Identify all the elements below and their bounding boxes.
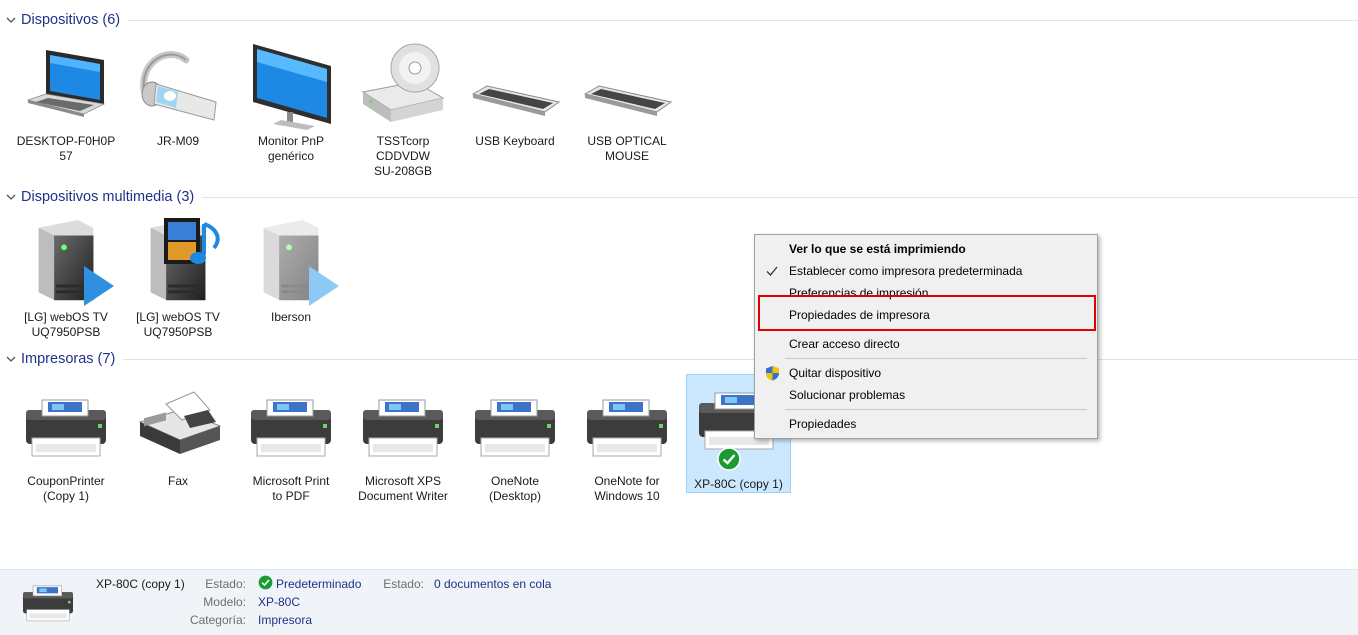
menu-item-see-printing[interactable]: Ver lo que se está imprimiendo: [755, 238, 1097, 260]
optical-drive-icon: [355, 42, 451, 130]
menu-separator: [785, 358, 1087, 359]
media-tile-lg-2[interactable]: [LG] webOS TV UQ7950PSB: [127, 218, 229, 340]
printer-label: (Copy 1): [42, 489, 89, 503]
printer-tile-onenote-win10[interactable]: OneNote for Windows 10: [576, 382, 678, 504]
group-divider: [128, 19, 1358, 21]
device-label: MOUSE: [604, 149, 649, 163]
keyboard-icon: [467, 42, 563, 130]
device-label: [LG] webOS TV: [136, 310, 220, 324]
highlight-box: [758, 295, 1096, 331]
printer-label: to PDF: [272, 489, 310, 503]
group-header-multimedia[interactable]: Dispositivos multimedia (3): [6, 187, 1358, 207]
menu-item-troubleshoot[interactable]: Solucionar problemas: [755, 384, 1097, 406]
printer-tile-coupon[interactable]: CouponPrinter (Copy 1): [15, 382, 117, 504]
device-label: JR-M09: [156, 134, 199, 148]
laptop-icon: [18, 42, 114, 130]
details-estado-key: Estado:: [205, 577, 246, 591]
headset-icon: [130, 42, 226, 130]
details-estado-value: Predeterminado: [276, 577, 362, 591]
device-label: 57: [59, 149, 73, 163]
printer-label: Windows 10: [594, 489, 660, 503]
device-label: SU-208GB: [373, 164, 433, 178]
details-modelo-key: Modelo:: [203, 595, 246, 609]
device-tile-monitor[interactable]: Monitor PnP genérico: [240, 42, 342, 164]
printer-icon: [579, 382, 675, 470]
printer-tile-xps[interactable]: Microsoft XPS Document Writer: [352, 382, 454, 504]
details-modelo-value: XP-80C: [258, 595, 301, 609]
printer-label: CouponPrinter: [27, 474, 105, 488]
chevron-down-icon: [6, 194, 16, 200]
printer-label: OneNote: [490, 474, 540, 488]
printer-icon: [355, 382, 451, 470]
keyboard-icon: [579, 42, 675, 130]
context-menu: Ver lo que se está imprimiendo Establece…: [754, 234, 1098, 439]
printer-label: Document Writer: [358, 489, 448, 503]
printer-tile-onenote-desktop[interactable]: OneNote (Desktop): [464, 382, 566, 504]
default-check-icon: [716, 447, 741, 471]
printer-label: Fax: [167, 474, 188, 488]
media-server-icon: [18, 218, 114, 306]
menu-item-create-shortcut[interactable]: Crear acceso directo: [755, 333, 1097, 355]
group-header-printers[interactable]: Impresoras (7): [6, 349, 1358, 369]
menu-item-properties[interactable]: Propiedades: [755, 413, 1097, 435]
group-divider: [123, 358, 1358, 360]
menu-item-label: Quitar dispositivo: [789, 366, 882, 380]
printer-label: Microsoft Print: [252, 474, 330, 488]
details-pane: XP-80C (copy 1) Estado: Predeterminado E…: [0, 569, 1358, 635]
printer-tile-fax[interactable]: Fax: [127, 382, 229, 489]
device-label: USB Keyboard: [475, 134, 555, 148]
printer-icon: [467, 382, 563, 470]
device-tile-desktop[interactable]: DESKTOP-F0H0P 57: [15, 42, 117, 164]
device-label: UQ7950PSB: [143, 325, 213, 339]
group-divider: [202, 196, 1358, 198]
device-label: DESKTOP-F0H0P: [16, 134, 116, 148]
device-label: UQ7950PSB: [31, 325, 101, 339]
media-server-icon: [243, 218, 339, 306]
printer-label: XP-80C (copy 1): [694, 477, 783, 491]
group-title-printers: Impresoras (7): [21, 351, 116, 367]
device-label: genérico: [267, 149, 315, 163]
device-label: Iberson: [270, 310, 312, 324]
printer-icon: [243, 382, 339, 470]
menu-item-label: Establecer como impresora predeterminada: [789, 264, 1023, 278]
media-tile-iberson[interactable]: Iberson: [240, 218, 342, 325]
default-check-icon: [258, 575, 273, 590]
shield-icon: [766, 366, 779, 381]
printer-icon: [18, 382, 114, 470]
device-tile-usb-keyboard[interactable]: USB Keyboard: [464, 42, 566, 149]
details-categoria-key: Categoría:: [189, 613, 246, 627]
group-title-multimedia: Dispositivos multimedia (3): [21, 189, 195, 205]
media-tile-lg-1[interactable]: [LG] webOS TV UQ7950PSB: [15, 218, 117, 340]
printer-label: Microsoft XPS: [364, 474, 442, 488]
printer-label: (Desktop): [488, 489, 541, 503]
group-header-devices[interactable]: Dispositivos (6): [6, 10, 1358, 30]
details-queue-value: 0 documentos en cola: [434, 577, 552, 591]
group-title-devices: Dispositivos (6): [21, 12, 121, 28]
check-icon: [766, 266, 778, 276]
menu-item-remove-device[interactable]: Quitar dispositivo: [755, 362, 1097, 384]
device-label: USB OPTICAL: [587, 134, 667, 148]
printer-icon: [22, 585, 74, 622]
menu-item-set-default[interactable]: Establecer como impresora predeterminada: [755, 260, 1097, 282]
printer-tile-pdf[interactable]: Microsoft Print to PDF: [240, 382, 342, 504]
details-estado2-key: Estado:: [383, 577, 424, 591]
device-label: CDDVDW: [376, 149, 430, 163]
device-label: [LG] webOS TV: [24, 310, 108, 324]
device-label: TSSTcorp: [376, 134, 430, 148]
details-device-name: XP-80C (copy 1): [96, 577, 185, 591]
menu-separator: [785, 409, 1087, 410]
fax-icon: [130, 382, 226, 470]
device-tile-headset[interactable]: JR-M09: [127, 42, 229, 149]
printer-label: OneNote for: [594, 474, 660, 488]
device-tile-usb-mouse[interactable]: USB OPTICAL MOUSE: [576, 42, 678, 164]
details-categoria-value: Impresora: [258, 613, 313, 627]
media-server-music-icon: [130, 218, 226, 306]
chevron-down-icon: [6, 356, 16, 362]
device-tile-dvd[interactable]: TSSTcorp CDDVDW SU-208GB: [352, 42, 454, 179]
chevron-down-icon: [6, 17, 16, 23]
monitor-icon: [243, 42, 339, 130]
device-label: Monitor PnP: [257, 134, 325, 148]
